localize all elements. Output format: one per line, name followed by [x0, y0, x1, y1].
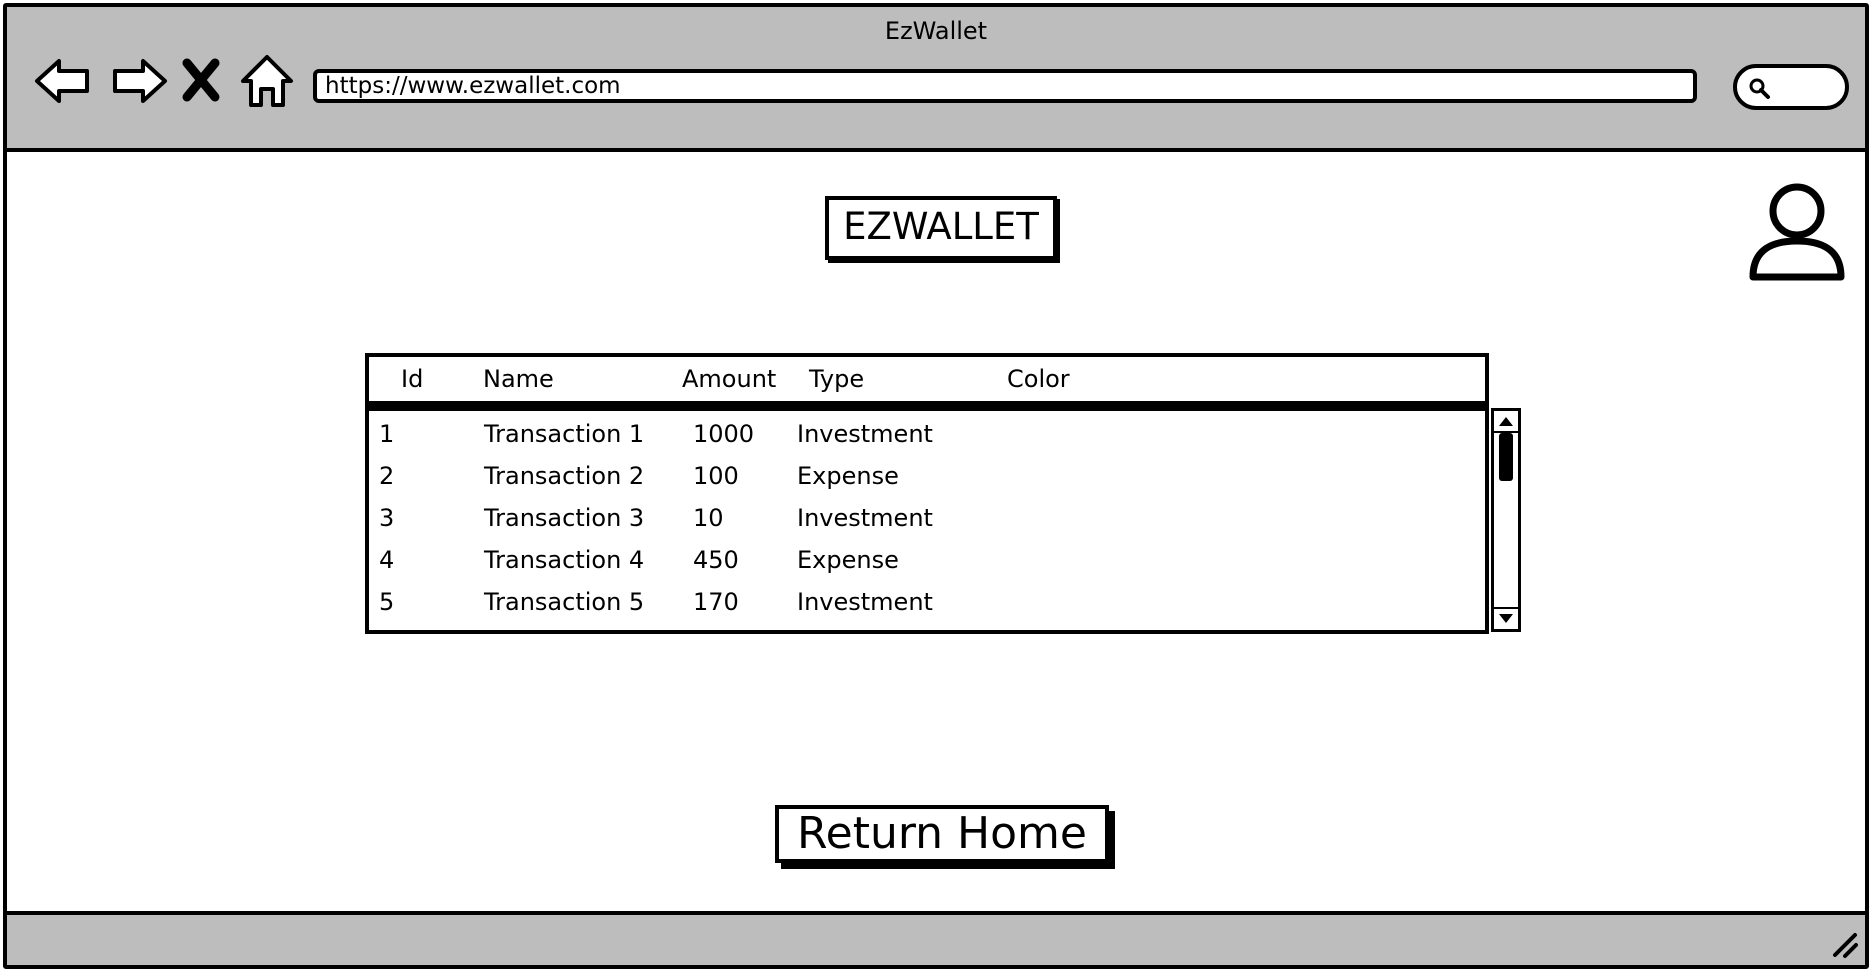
scroll-thumb[interactable] [1499, 433, 1513, 481]
cell-amount: 100 [693, 462, 739, 490]
url-input[interactable] [313, 69, 1697, 103]
table-scrollbar[interactable] [1491, 408, 1521, 632]
status-bar [7, 911, 1865, 965]
column-header-type[interactable]: Type [809, 357, 864, 401]
back-arrow-icon[interactable] [33, 51, 93, 111]
cell-type: Expense [797, 546, 899, 574]
column-header-amount[interactable]: Amount [682, 357, 776, 401]
cell-id: 5 [379, 588, 395, 616]
cell-name: Transaction 2 [484, 462, 645, 490]
return-home-button[interactable]: Return Home [775, 805, 1109, 863]
search-icon [1749, 78, 1770, 99]
transactions-table: 1 Transaction 1 1000 Investment 2 Transa… [365, 407, 1489, 634]
table-row[interactable]: 1 Transaction 1 1000 Investment [369, 413, 1485, 455]
cell-name: Transaction 3 [484, 504, 645, 532]
cell-id: 4 [379, 546, 395, 574]
cell-amount: 1000 [693, 420, 755, 448]
table-row[interactable]: 4 Transaction 4 450 Expense [369, 539, 1485, 581]
forward-arrow-icon[interactable] [109, 51, 169, 111]
close-x-icon[interactable] [179, 51, 223, 111]
cell-type: Investment [797, 420, 933, 448]
column-header-name[interactable]: Name [483, 357, 554, 401]
resize-grip-icon[interactable] [1829, 929, 1859, 959]
column-header-color[interactable]: Color [1007, 357, 1070, 401]
scroll-down-arrow-icon[interactable] [1494, 607, 1518, 629]
cell-id: 1 [379, 420, 395, 448]
cell-id: 3 [379, 504, 395, 532]
cell-name: Transaction 4 [484, 546, 645, 574]
column-header-id[interactable]: Id [401, 357, 423, 401]
cell-amount: 10 [693, 504, 724, 532]
cell-type: Expense [797, 462, 899, 490]
cell-amount: 450 [693, 546, 739, 574]
cell-type: Investment [797, 588, 933, 616]
cell-type: Investment [797, 504, 933, 532]
browser-chrome: EzWallet [7, 7, 1865, 152]
table-row[interactable]: 5 Transaction 5 170 Investment [369, 581, 1485, 623]
search-field[interactable] [1733, 64, 1849, 110]
table-header: Id Name Amount Type Color [365, 353, 1489, 405]
home-icon[interactable] [237, 51, 297, 111]
table-row[interactable]: 3 Transaction 3 10 Investment [369, 497, 1485, 539]
cell-amount: 170 [693, 588, 739, 616]
scroll-up-arrow-icon[interactable] [1494, 411, 1518, 433]
window-title: EzWallet [884, 17, 988, 45]
cell-id: 2 [379, 462, 395, 490]
table-row[interactable]: 2 Transaction 2 100 Expense [369, 455, 1485, 497]
browser-window: EzWallet https://www.ezwallet.com EZWALL… [3, 3, 1869, 969]
app-title: EZWALLET [825, 196, 1057, 260]
cell-name: Transaction 5 [484, 588, 645, 616]
cell-name: Transaction 1 [484, 420, 645, 448]
user-icon[interactable] [1747, 179, 1847, 283]
